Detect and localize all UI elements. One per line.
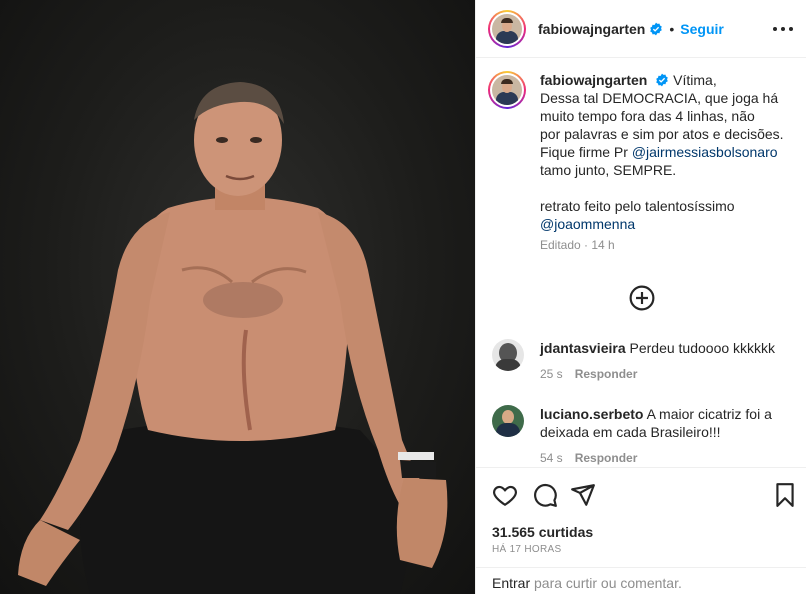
comment-time: 25 s xyxy=(540,367,563,381)
comment-text: Perdeu tudoooo kkkkkk xyxy=(629,340,776,356)
caption-line: Fique firme Pr xyxy=(540,144,632,160)
comment-username[interactable]: jdantasvieira xyxy=(540,340,626,356)
caption-line: por palavras e sim por atos e decisões. xyxy=(540,126,784,142)
post-timestamp: HÁ 17 HORAS xyxy=(492,544,562,555)
login-link[interactable]: Entrar xyxy=(492,575,530,591)
caption-text: fabiowajngarten Vítima, Dessa tal DEMOCR… xyxy=(540,71,784,253)
plus-circle-icon[interactable] xyxy=(629,285,655,311)
caption-line: Vítima, xyxy=(673,72,717,88)
bookmark-icon[interactable] xyxy=(772,482,798,508)
follow-button[interactable]: Seguir xyxy=(680,21,724,37)
mention-link[interactable]: @joaommenna xyxy=(540,216,635,232)
caption-line: retrato feito pelo talentosíssimo xyxy=(540,198,735,214)
post-actions: 31.565 curtidas HÁ 17 HORAS xyxy=(476,467,806,567)
caption-username[interactable]: fabiowajngarten xyxy=(540,72,647,88)
caption-author-avatar[interactable] xyxy=(488,71,526,109)
verified-badge-icon xyxy=(650,22,663,35)
reply-button[interactable]: Responder xyxy=(575,451,638,465)
author-username[interactable]: fabiowajngarten xyxy=(538,21,645,37)
comment-item: luciano.serbeto A maior cicatriz foi a d… xyxy=(492,405,797,467)
login-to-comment-bar: Entrar para curtir ou comentar. xyxy=(476,567,806,594)
post-caption: fabiowajngarten Vítima, Dessa tal DEMOCR… xyxy=(488,71,798,253)
likes-count[interactable]: 31.565 curtidas xyxy=(492,524,593,540)
caption-line: muito tempo fora das 4 linhas, não xyxy=(540,108,755,124)
comments-section: fabiowajngarten Vítima, Dessa tal DEMOCR… xyxy=(476,59,806,467)
separator-dot: • xyxy=(669,20,675,37)
verified-badge-icon xyxy=(656,73,669,87)
comment-username[interactable]: luciano.serbeto xyxy=(540,406,643,422)
comment-text: A maior cicatriz foi a xyxy=(646,406,772,422)
mention-link[interactable]: @jairmessiasbolsonaro xyxy=(632,144,778,160)
commenter-avatar[interactable] xyxy=(492,405,524,437)
more-options-icon[interactable] xyxy=(773,20,793,38)
post-header: fabiowajngarten • Seguir xyxy=(476,0,806,58)
comment-item: jdantasvieira Perdeu tudoooo kkkkkk 25 s… xyxy=(492,339,797,383)
comment-text: deixada em cada Brasileiro!!! xyxy=(540,424,721,440)
caption-line: Dessa tal DEMOCRACIA, que joga há xyxy=(540,90,779,106)
caption-meta: Editado · 14 h xyxy=(540,238,615,252)
author-avatar[interactable] xyxy=(488,9,526,48)
login-prompt-text: para curtir ou comentar. xyxy=(530,575,682,591)
send-icon[interactable] xyxy=(570,482,596,508)
reply-button[interactable]: Responder xyxy=(575,367,638,381)
comment-time: 54 s xyxy=(540,451,563,465)
heart-icon[interactable] xyxy=(492,482,518,508)
post-photo[interactable] xyxy=(0,0,475,594)
comment-icon[interactable] xyxy=(532,482,558,508)
caption-line: tamo junto, SEMPRE. xyxy=(540,162,677,178)
commenter-avatar[interactable] xyxy=(492,339,524,371)
post-side-panel: fabiowajngarten • Seguir fabiowajngarten… xyxy=(475,0,806,594)
portrait-illustration xyxy=(18,82,448,594)
